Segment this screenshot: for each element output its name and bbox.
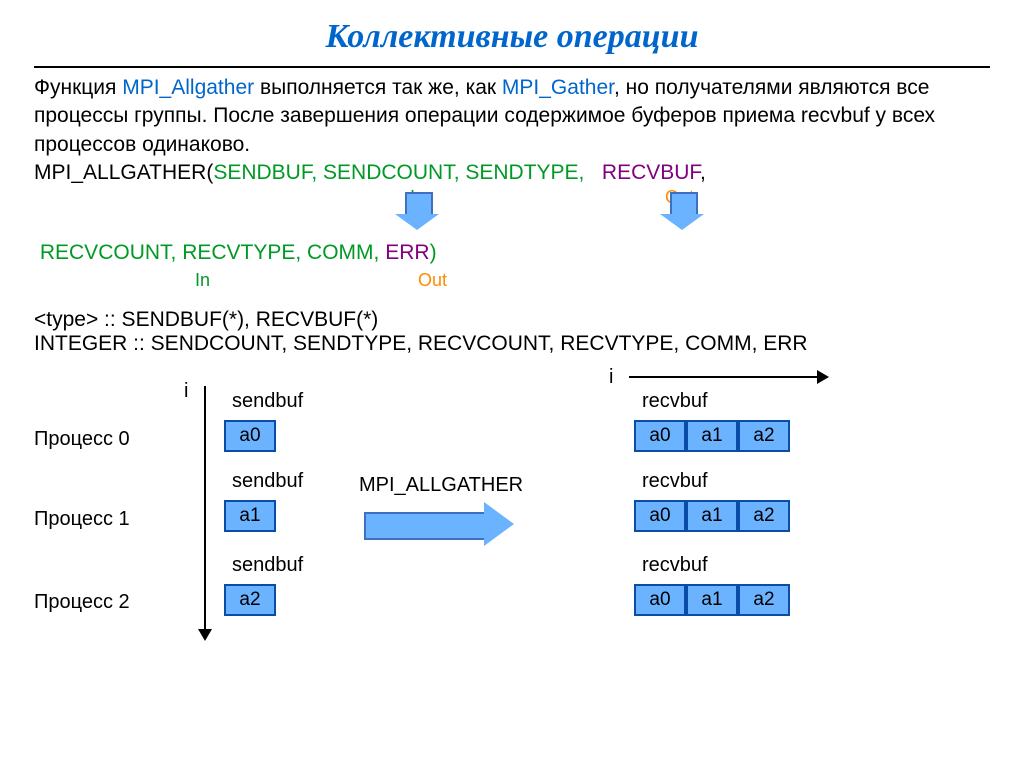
annotation-row-2: In Out bbox=[0, 268, 1024, 302]
recv-cell: a2 bbox=[738, 420, 790, 452]
axis-i-right: i bbox=[609, 366, 613, 389]
recv-cell: a1 bbox=[686, 420, 738, 452]
decl-line2: INTEGER :: SENDCOUNT, SENDTYPE, RECVCOUN… bbox=[34, 332, 990, 356]
decl-line1: <type> :: SENDBUF(*), RECVBUF(*) bbox=[34, 308, 990, 332]
out-label: Out bbox=[418, 270, 447, 291]
recv-cell: a1 bbox=[686, 584, 738, 616]
sendbuf-label: sendbuf bbox=[232, 470, 303, 493]
annotation-row-1: In Out bbox=[0, 187, 1024, 239]
send-cell: a0 bbox=[224, 420, 276, 452]
arrow-down-icon bbox=[395, 192, 439, 230]
comma: , bbox=[700, 161, 706, 184]
sig-green2: RECVCOUNT, RECVTYPE, COMM, bbox=[40, 241, 380, 264]
recv-cell: a2 bbox=[738, 500, 790, 532]
sig-err: ERR bbox=[385, 241, 429, 264]
slide: Коллективные операции Функция MPI_Allgat… bbox=[0, 0, 1024, 768]
v-axis bbox=[204, 386, 206, 631]
arrow-down-icon bbox=[660, 192, 704, 230]
op-label: MPI_ALLGATHER bbox=[359, 474, 523, 497]
proc-label: Процесс 0 bbox=[34, 428, 130, 451]
text: Функция bbox=[34, 76, 122, 99]
recvbuf-label: recvbuf bbox=[642, 390, 708, 413]
in-label: In bbox=[195, 270, 210, 291]
paren: ) bbox=[430, 241, 437, 264]
recv-cell: a1 bbox=[686, 500, 738, 532]
fn-gather: MPI_Gather bbox=[502, 76, 614, 99]
recv-cell: a0 bbox=[634, 500, 686, 532]
signature-line-2: RECVCOUNT, RECVTYPE, COMM, ERR) bbox=[0, 239, 1024, 267]
arrow-right-icon bbox=[817, 370, 829, 384]
proc-label: Процесс 1 bbox=[34, 508, 130, 531]
proc-label: Процесс 2 bbox=[34, 591, 130, 614]
slide-title: Коллективные операции bbox=[0, 0, 1024, 56]
recvbuf-label: recvbuf bbox=[642, 554, 708, 577]
axis-i: i bbox=[184, 380, 188, 403]
recvbuf-label: recvbuf bbox=[642, 470, 708, 493]
declaration-block: <type> :: SENDBUF(*), RECVBUF(*) INTEGER… bbox=[0, 302, 1024, 356]
sig-prefix: MPI_ALLGATHER( bbox=[34, 161, 213, 184]
allgather-diagram: i i Процесс 0 Процесс 1 Процесс 2 sendbu… bbox=[34, 376, 990, 656]
description-paragraph: Функция MPI_Allgather выполняется так же… bbox=[0, 74, 1024, 187]
h-axis bbox=[629, 376, 819, 378]
sendbuf-label: sendbuf bbox=[232, 390, 303, 413]
sig-green1: SENDBUF, SENDCOUNT, SENDTYPE, bbox=[213, 161, 584, 184]
arrow-down-icon bbox=[198, 629, 212, 641]
divider bbox=[34, 66, 990, 68]
text: выполняется так же, как bbox=[254, 76, 502, 99]
sig-recvbuf: RECVBUF bbox=[590, 161, 700, 184]
recv-cell: a0 bbox=[634, 584, 686, 616]
recv-cell: a2 bbox=[738, 584, 790, 616]
send-cell: a2 bbox=[224, 584, 276, 616]
recv-cell: a0 bbox=[634, 420, 686, 452]
sendbuf-label: sendbuf bbox=[232, 554, 303, 577]
fn-allgather: MPI_Allgather bbox=[122, 76, 254, 99]
send-cell: a1 bbox=[224, 500, 276, 532]
